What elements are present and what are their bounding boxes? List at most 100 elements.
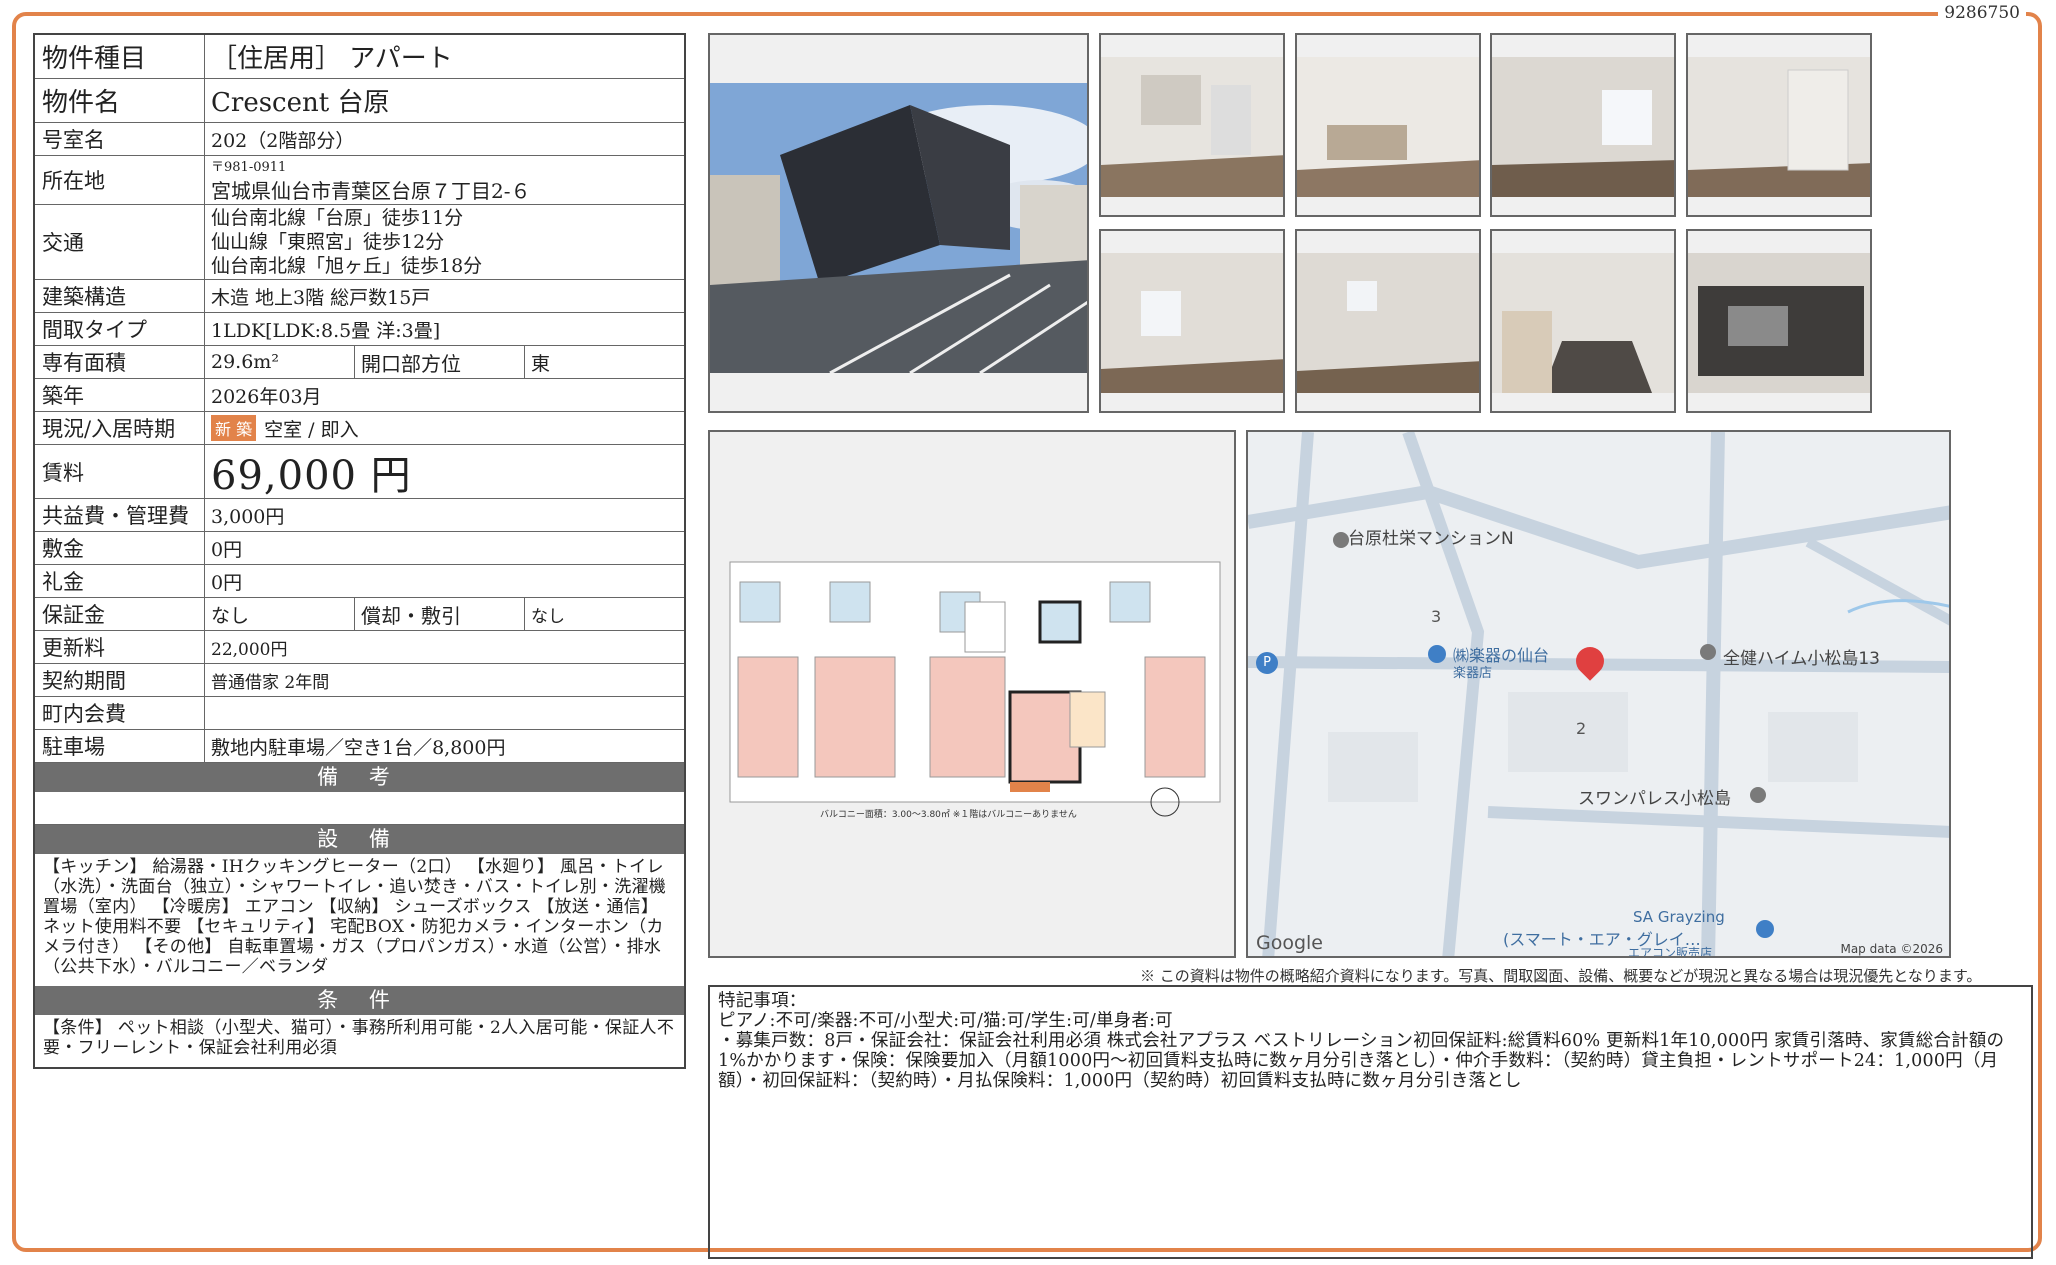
label-renewal: 更新料 [35,631,205,663]
access-line: 仙台南北線「台原」徒歩11分 [211,207,464,229]
value-room: 202（2階部分） [211,129,355,152]
interior-photo-image [1492,35,1674,215]
property-info-table: 物件種目 ［住居用］ アパート 物件名 Crescent 台原 号室名 202（… [33,33,686,1069]
special-notes: 特記事項： ピアノ:不可/楽器:不可/小型犬:可/猫:可/学生:可/単身者:可 … [708,985,2033,1259]
google-logo: Google [1256,932,1324,954]
value-guarantee: なし [205,598,355,630]
remarks-header: 備 考 [35,763,684,792]
label-access: 交通 [35,205,205,279]
interior-photo-thumbnail[interactable] [1686,229,1872,413]
map-label-shop-type: エアコン販売店 [1628,946,1713,958]
interior-photo-image [1688,231,1870,411]
map-block-number: 3 [1431,607,1442,626]
value-layout: 1LDK[LDK:8.5畳 洋:3畳] [211,319,441,342]
label-room: 号室名 [35,123,205,155]
parking-icon[interactable]: P [1256,652,1278,674]
place-marker-icon[interactable] [1333,532,1349,548]
label-layout: 間取タイプ [35,313,205,345]
value-renewal: 22,000円 [211,639,288,660]
interior-photo-thumbnail[interactable] [1099,229,1285,413]
value-structure: 木造 地上3階 総戸数15戸 [211,286,431,309]
remarks-body [35,792,684,825]
label-town-fee: 町内会費 [35,697,205,729]
address-text: 宮城県仙台市青葉区台原７丁目2-６ [211,179,531,203]
interior-photo-thumbnail[interactable] [1686,33,1872,217]
label-key-money: 礼金 [35,565,205,597]
label-contract: 契約期間 [35,664,205,696]
label-name: 物件名 [35,79,205,122]
interior-photo-image [1101,231,1283,411]
value-contract: 普通借家 2年間 [211,672,330,693]
place-marker-icon[interactable] [1750,787,1766,803]
row-room: 号室名 202（2階部分） [35,123,684,156]
row-deposit: 敷金 0円 [35,532,684,565]
new-build-badge: 新 築 [211,415,257,441]
row-name: 物件名 Crescent 台原 [35,79,684,123]
value-deposit: 0円 [211,538,243,561]
row-access: 交通 仙台南北線「台原」徒歩11分 仙山線「東照宮」徒歩12分 仙台南北線「旭ヶ… [35,205,684,280]
label-type: 物件種目 [35,35,205,78]
value-amortization: なし [531,606,565,627]
notes-line: ・募集戸数：8戸・保証会社：保証会社利用必須 株式会社アプラス ベストリレーショ… [718,1031,2005,1091]
interior-photo-thumbnail[interactable] [1490,229,1676,413]
row-layout: 間取タイプ 1LDK[LDK:8.5畳 洋:3畳] [35,313,684,346]
value-area: 29.6m² [205,346,355,378]
interior-photo-thumbnail[interactable] [1295,229,1481,413]
interior-photo-image [1297,231,1479,411]
equipment-text: 【キッチン】 給湯器・IHクッキングヒーター（2口） 【水廻り】 風呂・トイレ（… [43,857,667,977]
map-block-number: 2 [1576,719,1587,738]
map-label-poi: 全健ハイム小松島13 [1723,649,1880,669]
label-guarantee: 保証金 [35,598,205,630]
notes-title: 特記事項： [718,991,807,1011]
shop-marker-icon[interactable] [1428,645,1446,663]
interior-photo-thumbnail[interactable] [1099,33,1285,217]
value-rent: 69,000 円 [211,452,412,499]
exterior-photo-image [710,35,1087,411]
row-type: 物件種目 ［住居用］ アパート [35,35,684,79]
value-parking: 敷地内駐車場／空き1台／8,800円 [211,736,506,759]
interior-photo-image [1688,35,1870,215]
disclaimer: ※ この資料は物件の概略紹介資料になります。写真、間取図面、設備、概要などが現況… [1140,967,1982,985]
label-status: 現況/入居時期 [35,412,205,444]
row-fee: 共益費・管理費 3,000円 [35,499,684,532]
map-attribution: Map data ©2026 [1840,942,1943,956]
exterior-photo[interactable] [708,33,1089,413]
value-name: Crescent 台原 [211,88,390,118]
access-line: 仙山線「東照宮」徒歩12分 [211,231,445,253]
map-canvas [1248,432,1949,956]
map-label-poi: スワンパレス小松島 [1578,789,1731,809]
row-parking: 駐車場 敷地内駐車場／空き1台／8,800円 [35,730,684,763]
map-label-shop-type: 楽器店 [1453,666,1493,681]
label-fee: 共益費・管理費 [35,499,205,531]
shop-marker-icon[interactable] [1756,920,1774,938]
row-area: 専有面積 29.6m² 開口部方位 東 [35,346,684,379]
interior-photo-thumbnail[interactable] [1295,33,1481,217]
label-rent: 賃料 [35,445,205,498]
place-marker-icon[interactable] [1700,644,1716,660]
label-structure: 建築構造 [35,280,205,312]
notes-line: ピアノ:不可/楽器:不可/小型犬:可/猫:可/学生:可/単身者:可 [718,1011,1173,1031]
postal-code: 〒981-0911 [211,160,287,175]
interior-photo-thumbnail[interactable] [1490,33,1676,217]
floor-plan-image: バルコニー面積：3.00～3.80㎡ ※１階はバルコニーありません [710,432,1234,956]
row-renewal: 更新料 22,000円 [35,631,684,664]
row-status: 現況/入居時期 新 築 空室 / 即入 [35,412,684,445]
label-amortization: 償却・敷引 [355,598,525,630]
floor-plan-caption: バルコニー面積：3.00～3.80㎡ ※１階はバルコニーありません [820,808,1077,820]
row-structure: 建築構造 木造 地上3階 総戸数15戸 [35,280,684,313]
row-rent: 賃料 69,000 円 [35,445,684,499]
interior-photo-image [1492,231,1674,411]
interior-photo-image [1101,35,1283,215]
value-fee: 3,000円 [211,505,285,528]
floor-plan[interactable]: バルコニー面積：3.00～3.80㎡ ※１階はバルコニーありません [708,430,1236,958]
equipment-header: 設 備 [35,825,684,854]
label-address: 所在地 [35,156,205,204]
label-built: 築年 [35,379,205,411]
label-deposit: 敷金 [35,532,205,564]
location-map[interactable]: 台原杜栄マンションN ㈱楽器の仙台 楽器店 全健ハイム小松島13 スワンパレス小… [1246,430,1951,958]
conditions-header: 条 件 [35,986,684,1015]
row-contract: 契約期間 普通借家 2年間 [35,664,684,697]
value-key-money: 0円 [211,571,243,594]
interior-photo-image [1297,35,1479,215]
label-parking: 駐車場 [35,730,205,762]
